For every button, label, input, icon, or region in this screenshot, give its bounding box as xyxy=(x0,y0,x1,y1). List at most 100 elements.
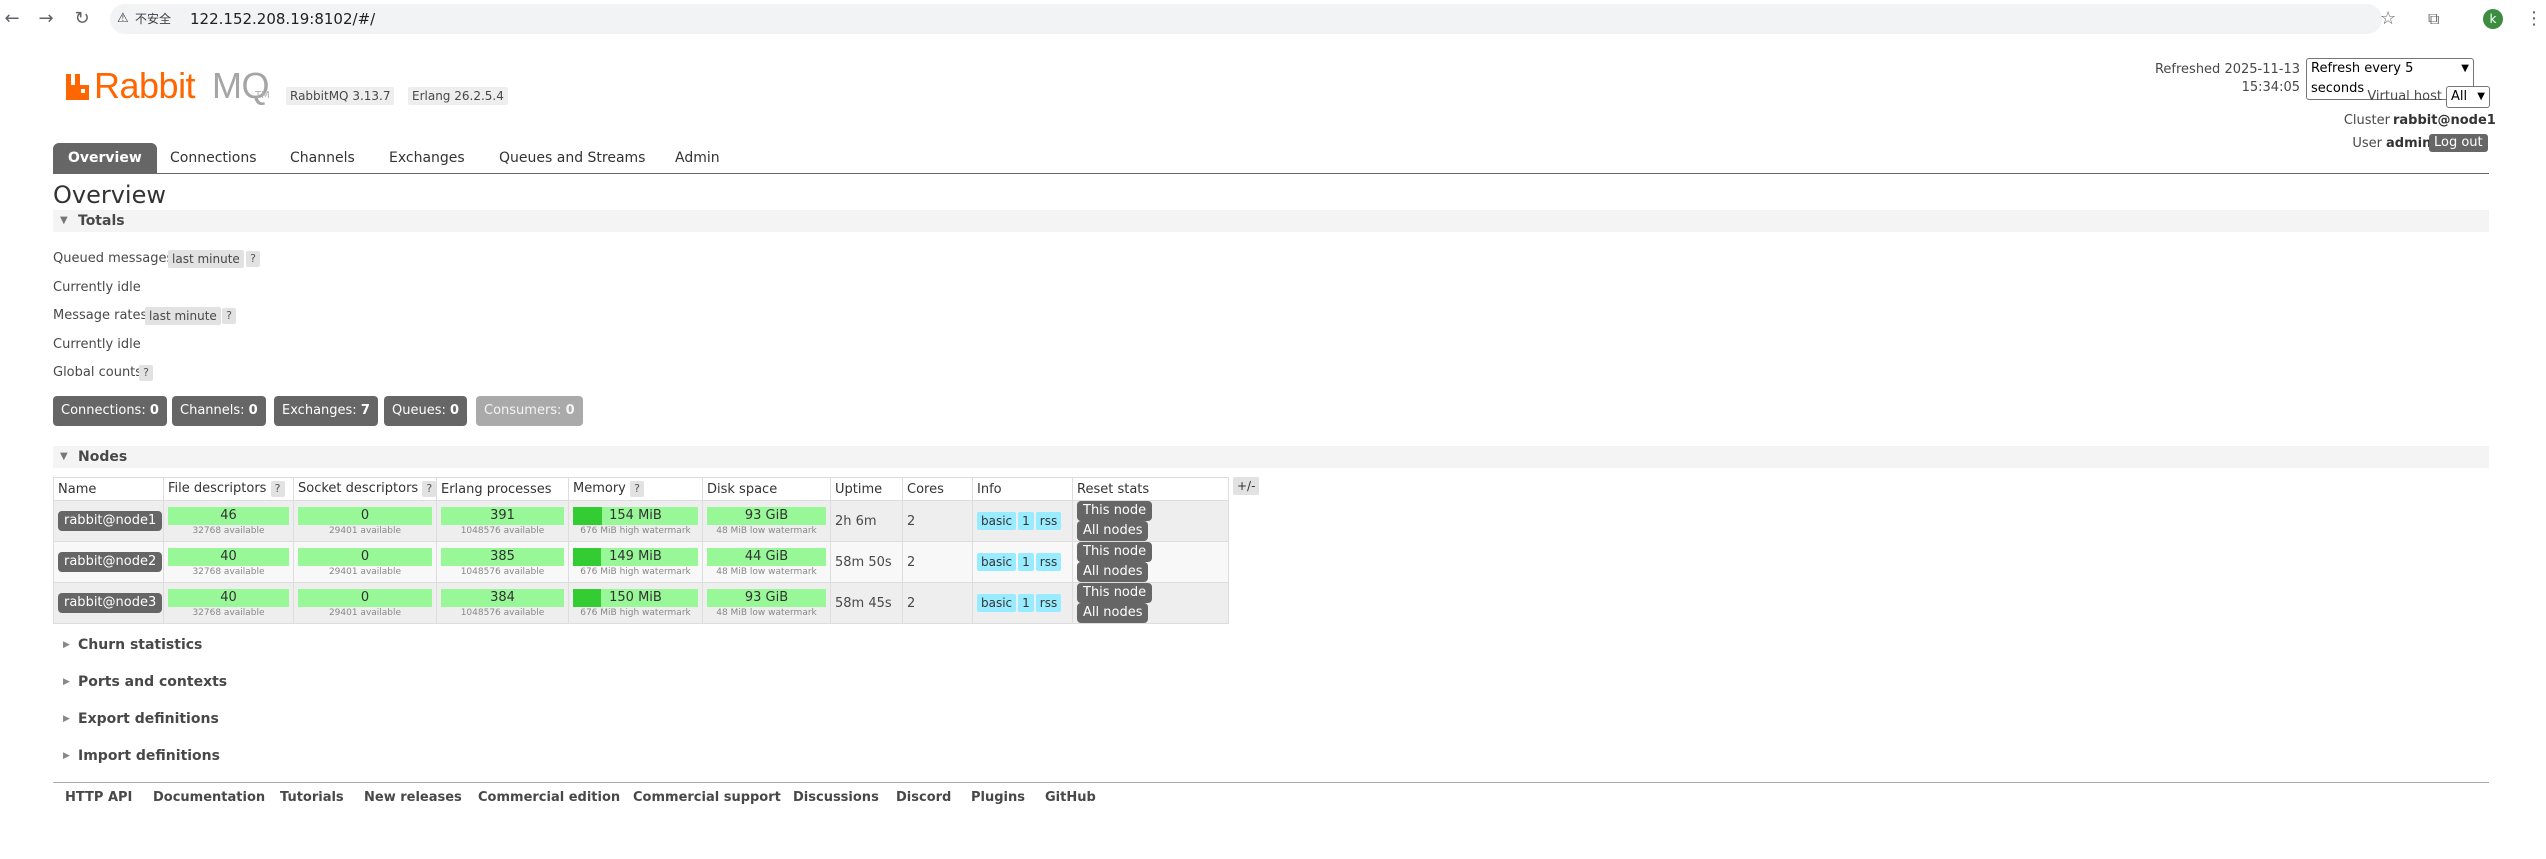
footer-link-github[interactable]: GitHub xyxy=(1045,789,1096,807)
queued-help-icon[interactable]: ? xyxy=(246,251,260,267)
disk-bar: 44 GiB xyxy=(707,548,826,566)
info-count-tag[interactable]: 1 xyxy=(1018,512,1034,530)
memory-bar-fill xyxy=(573,548,601,566)
footer-link-plugins[interactable]: Plugins xyxy=(971,789,1025,807)
tab-connections[interactable]: Connections xyxy=(155,143,272,173)
reset-cell: This node All nodes xyxy=(1072,500,1229,542)
tab-queues-and-streams[interactable]: Queues and Streams xyxy=(484,143,660,173)
tab-channels[interactable]: Channels xyxy=(275,143,370,173)
node-name-button[interactable]: rabbit@node3 xyxy=(58,593,163,613)
back-arrow-icon[interactable]: ← xyxy=(0,7,24,31)
sd-bar: 0 xyxy=(298,589,432,607)
memory-watermark: 676 MiB high watermark xyxy=(580,567,691,577)
info-basic-tag[interactable]: basic xyxy=(977,594,1017,612)
export-definitions-section[interactable]: Export definitions xyxy=(78,710,219,728)
col-cores: Cores xyxy=(902,477,973,501)
reset-all-nodes-button[interactable]: All nodes xyxy=(1077,603,1149,623)
connections-count-button[interactable]: Connections: 0 xyxy=(53,396,167,426)
footer-link-discord[interactable]: Discord xyxy=(896,789,951,807)
uptime-cell: 58m 50s xyxy=(830,541,903,583)
reset-this-node-button[interactable]: This node xyxy=(1077,583,1153,603)
ep-bar: 391 xyxy=(441,507,564,525)
info-rss-tag[interactable]: rss xyxy=(1035,553,1062,571)
cores-cell: 2 xyxy=(902,500,973,542)
queues-count-button[interactable]: Queues: 0 xyxy=(384,396,468,426)
info-rss-tag[interactable]: rss xyxy=(1035,594,1062,612)
reset-all-nodes-button[interactable]: All nodes xyxy=(1077,521,1149,541)
cluster-name: rabbit@node1 xyxy=(2393,113,2496,128)
footer-link-http-api[interactable]: HTTP API xyxy=(65,789,132,807)
info-count-tag[interactable]: 1 xyxy=(1018,553,1034,571)
import-definitions-section[interactable]: Import definitions xyxy=(78,747,220,765)
chevron-down-icon: ▼ xyxy=(2477,91,2485,102)
info-basic-tag[interactable]: basic xyxy=(977,553,1017,571)
profile-avatar[interactable]: k xyxy=(2483,9,2503,29)
totals-section-header[interactable]: ▼ Totals xyxy=(53,210,2489,232)
sd-help-icon[interactable]: ? xyxy=(422,481,437,497)
user-label: User xyxy=(2352,136,2382,151)
security-label[interactable]: 不安全 xyxy=(135,10,171,28)
tab-overview[interactable]: Overview xyxy=(53,143,157,173)
footer-link-commercial-support[interactable]: Commercial support xyxy=(633,789,781,807)
warning-icon[interactable]: ⚠ xyxy=(117,10,129,28)
info-count-tag[interactable]: 1 xyxy=(1018,594,1034,612)
reset-this-node-button[interactable]: This node xyxy=(1077,542,1153,562)
reload-icon[interactable]: ↻ xyxy=(70,7,94,31)
rates-range-selector[interactable]: last minute xyxy=(145,307,221,325)
footer-link-commercial-edition[interactable]: Commercial edition xyxy=(478,789,620,807)
exchanges-count-button[interactable]: Exchanges: 7 xyxy=(274,396,378,426)
queued-range-selector[interactable]: last minute xyxy=(168,250,244,268)
info-rss-tag[interactable]: rss xyxy=(1035,512,1062,530)
memory-help-icon[interactable]: ? xyxy=(630,481,645,497)
triangle-right-icon[interactable]: ▶ xyxy=(63,636,70,654)
memory-watermark: 676 MiB high watermark xyxy=(580,608,691,618)
reset-this-node-button[interactable]: This node xyxy=(1077,501,1153,521)
queued-status: Currently idle xyxy=(53,280,141,295)
footer-link-new-releases[interactable]: New releases xyxy=(364,789,462,807)
address-bar[interactable] xyxy=(110,4,2382,34)
refreshed-timestamp: Refreshed 2025-11-13 15:34:05 xyxy=(2154,62,2300,95)
channels-count-button[interactable]: Channels: 0 xyxy=(172,396,266,426)
node-name-button[interactable]: rabbit@node1 xyxy=(58,511,163,531)
tab-admin[interactable]: Admin xyxy=(660,143,735,173)
consumers-count-button[interactable]: Consumers: 0 xyxy=(476,396,583,426)
nodes-table-container: Name File descriptors ? Socket descripto… xyxy=(53,477,1229,624)
ep-available: 1048576 available xyxy=(460,526,545,536)
footer-link-discussions[interactable]: Discussions xyxy=(793,789,879,807)
table-row: rabbit@node2 40 32768 available 0 29401 av… xyxy=(53,541,1229,583)
info-basic-tag[interactable]: basic xyxy=(977,512,1017,530)
url-text[interactable]: 122.152.208.19:8102/#/ xyxy=(190,9,375,29)
rates-help-icon[interactable]: ? xyxy=(222,308,236,324)
disk-watermark: 48 MiB low watermark xyxy=(716,608,817,618)
footer-link-tutorials[interactable]: Tutorials xyxy=(280,789,344,807)
fd-help-icon[interactable]: ? xyxy=(270,481,285,497)
table-header-row: Name File descriptors ? Socket descripto… xyxy=(53,477,1229,501)
col-file-descriptors: File descriptors ? xyxy=(163,477,294,501)
tab-underline xyxy=(53,173,2489,174)
fd-available: 32768 available xyxy=(192,608,265,618)
churn-statistics-section[interactable]: Churn statistics xyxy=(78,636,202,654)
reset-all-nodes-button[interactable]: All nodes xyxy=(1077,562,1149,582)
info-cell: basic 1 rss xyxy=(972,582,1073,624)
triangle-right-icon[interactable]: ▶ xyxy=(63,710,70,728)
reset-cell: This node All nodes xyxy=(1072,582,1229,624)
nodes-table: Name File descriptors ? Socket descripto… xyxy=(53,477,1229,624)
triangle-down-icon: ▼ xyxy=(60,451,68,462)
global-counts-help-icon[interactable]: ? xyxy=(139,365,153,381)
bookmark-star-icon[interactable]: ☆ xyxy=(2380,8,2396,30)
extensions-icon[interactable]: ⧉ xyxy=(2428,8,2439,30)
ports-and-contexts-section[interactable]: Ports and contexts xyxy=(78,673,227,691)
fd-bar: 46 xyxy=(168,507,289,525)
logout-button[interactable]: Log out xyxy=(2429,134,2488,152)
node-name-button[interactable]: rabbit@node2 xyxy=(58,552,163,572)
triangle-right-icon[interactable]: ▶ xyxy=(63,747,70,765)
col-memory: Memory ? xyxy=(568,477,703,501)
browser-menu-icon[interactable]: ⋮ xyxy=(2525,8,2543,30)
triangle-right-icon[interactable]: ▶ xyxy=(63,673,70,691)
column-toggle-button[interactable]: +/- xyxy=(1233,477,1260,495)
virtual-host-select[interactable]: All ▼ xyxy=(2446,86,2490,108)
nodes-section-header[interactable]: ▼ Nodes xyxy=(53,446,2489,468)
footer-link-documentation[interactable]: Documentation xyxy=(153,789,265,807)
forward-arrow-icon[interactable]: → xyxy=(34,7,58,31)
tab-exchanges[interactable]: Exchanges xyxy=(374,143,480,173)
